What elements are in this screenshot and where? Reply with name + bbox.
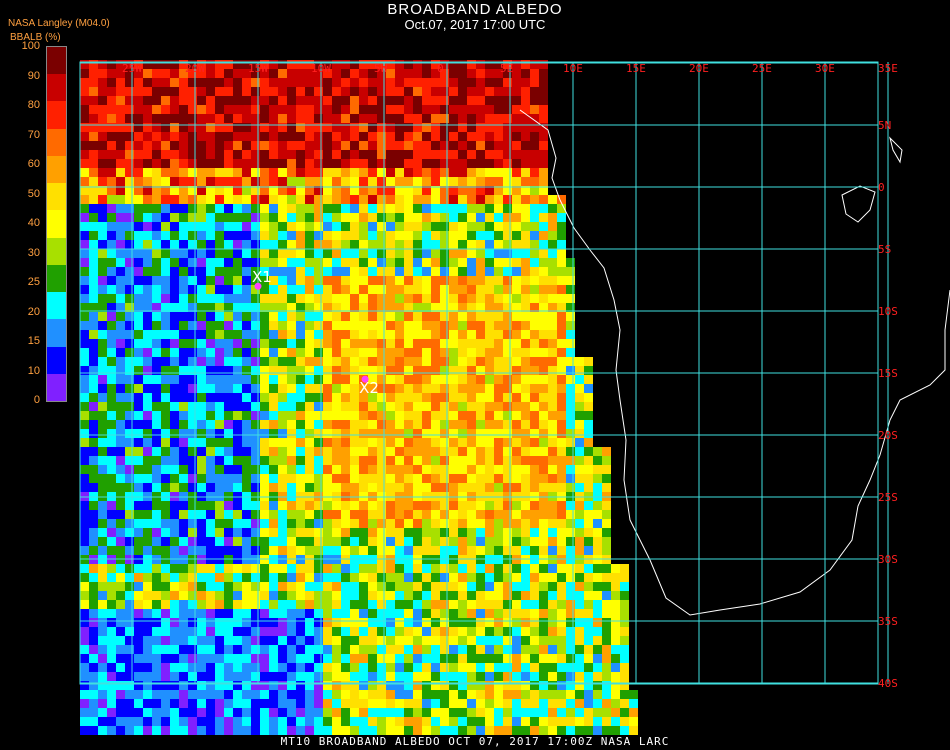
longitude-label: 20E xyxy=(689,62,709,75)
longitude-label: 35E xyxy=(878,62,898,75)
latitude-label: 35S xyxy=(878,615,898,628)
albedo-map: 25W 20W 15W 10W 5W 0 5E 10E 15E 20E 25E 30E 35E 5N 0 5S… xyxy=(79,60,950,735)
latitude-label: 20S xyxy=(878,429,898,442)
longitude-label: 5W xyxy=(374,62,388,75)
latitude-label: 5S xyxy=(878,243,891,256)
longitude-label: 25W xyxy=(122,62,142,75)
coastline-lake xyxy=(889,136,903,164)
latitude-label: 0 xyxy=(878,181,885,194)
site-marker-label: X1 xyxy=(252,268,272,286)
latitude-label: 15S xyxy=(878,367,898,380)
longitude-label: 20W xyxy=(185,62,205,75)
coastline-lake xyxy=(841,185,876,223)
longitude-label: 15W xyxy=(248,62,268,75)
latitude-label: 10S xyxy=(878,305,898,318)
longitude-label: 15E xyxy=(626,62,646,75)
site-marker-label: X2 xyxy=(359,379,379,397)
latitude-label: 40S xyxy=(878,677,898,690)
latitude-label: 30S xyxy=(878,553,898,566)
latitude-label: 5N xyxy=(878,119,891,132)
albedo-raster xyxy=(80,60,638,735)
footer-caption: MT10 BROADBAND ALBEDO OCT 07, 2017 17:00… xyxy=(280,735,670,748)
longitude-label: 30E xyxy=(815,62,835,75)
longitude-label: 10E xyxy=(563,62,583,75)
longitude-label: 0 xyxy=(437,62,444,75)
longitude-label: 10W xyxy=(311,62,331,75)
latitude-label: 25S xyxy=(878,491,898,504)
longitude-label: 25E xyxy=(752,62,772,75)
longitude-label: 5E xyxy=(500,62,513,75)
